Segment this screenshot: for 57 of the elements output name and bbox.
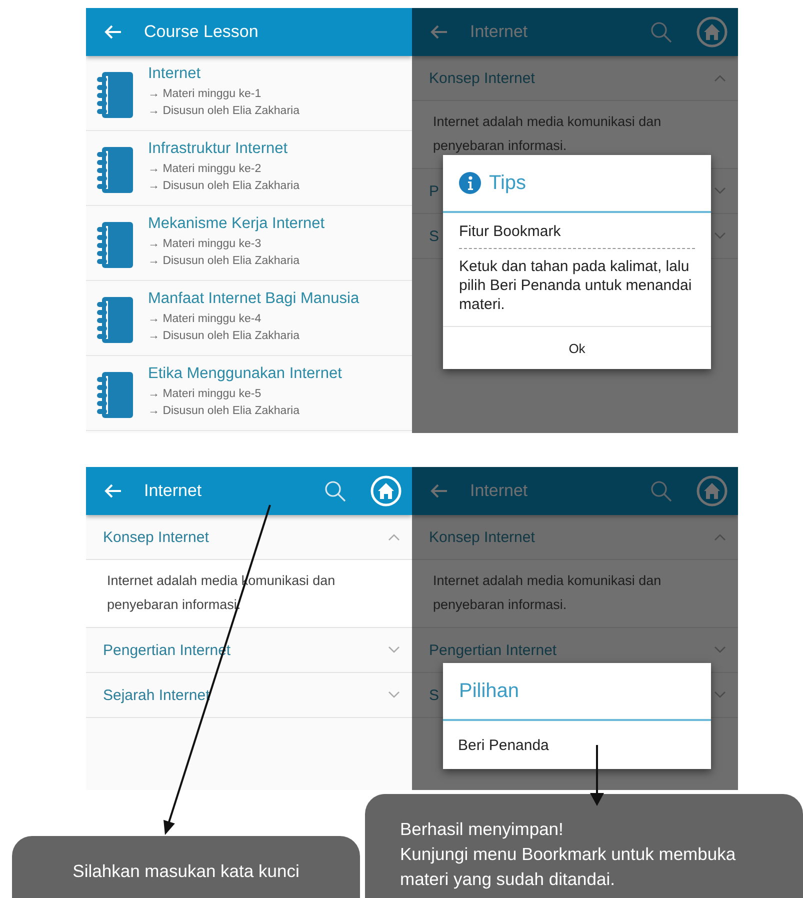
section-title: Pengertian Internet xyxy=(429,642,557,658)
tip-heading: Fitur Bookmark xyxy=(459,223,695,249)
lesson-info: → Materi minggu ke-1 xyxy=(148,87,262,102)
lesson-info: → Disusun oleh Elia Zakharia xyxy=(148,329,300,344)
toast-message: Silahkan masukan kata kunci xyxy=(72,860,300,882)
screen-title: Internet xyxy=(144,481,203,501)
section-title: Konsep Internet xyxy=(429,70,535,86)
section-title: S xyxy=(429,228,440,244)
lesson-item[interactable]: Infrastruktur Internet → Materi minggu ke-2 → Disusun oleh Elia Zakharia xyxy=(86,131,412,206)
back-arrow-icon[interactable] xyxy=(104,483,122,499)
screen-title: Internet xyxy=(470,22,529,42)
lesson-item[interactable]: Manfaat Internet Bagi Manusia → Materi minggu ke-4 → Disusun oleh Elia Zakharia xyxy=(86,281,412,356)
home-icon[interactable] xyxy=(370,475,402,507)
lesson-info: → Disusun oleh Elia Zakharia xyxy=(148,104,300,119)
section-title: S xyxy=(429,686,440,704)
search-icon[interactable] xyxy=(324,480,346,502)
lesson-info: → Materi minggu ke-5 xyxy=(148,387,262,402)
lesson-title: Mekanisme Kerja Internet xyxy=(148,215,325,233)
home-icon[interactable] xyxy=(696,475,728,507)
lesson-item[interactable]: Internet → Materi minggu ke-1 → Disusun oleh Elia Zakharia xyxy=(86,56,412,131)
screen-title: Course Lesson xyxy=(144,22,260,42)
lesson-info: → Disusun oleh Elia Zakharia xyxy=(148,254,300,269)
search-icon[interactable] xyxy=(650,21,672,43)
section-title: Konsep Internet xyxy=(103,528,209,546)
notebook-icon xyxy=(96,71,134,119)
dialog-title: Tips xyxy=(489,172,526,194)
lesson-info: → Materi minggu ke-2 xyxy=(148,162,262,177)
lesson-info: → Disusun oleh Elia Zakharia xyxy=(148,404,300,419)
screen-title: Internet xyxy=(470,481,529,501)
notebook-icon xyxy=(96,221,134,269)
notebook-icon xyxy=(96,296,134,344)
lesson-title: Etika Menggunakan Internet xyxy=(148,365,342,383)
info-icon xyxy=(459,172,481,194)
toast-message: Kunjungi menu Boorkmark untuk membuka materi yang sudah ditandai. xyxy=(400,842,737,891)
section-title: Konsep Internet xyxy=(429,528,535,546)
lesson-info: → Materi minggu ke-4 xyxy=(148,312,262,327)
ok-button[interactable]: Ok xyxy=(443,327,711,369)
lesson-item[interactable]: Mekanisme Kerja Internet → Materi minggu ke-3 → Disusun oleh Elia Zakharia xyxy=(86,206,412,281)
tip-message: Ketuk dan tahan pada kalimat, lalu pilih Beri Penanda untuk menandai materi. xyxy=(459,257,693,314)
dialog-title: Pilihan xyxy=(459,680,520,702)
lesson-item[interactable]: Etika Menggunakan Internet → Materi minggu ke-5 → Disusun oleh Elia Zakharia xyxy=(86,356,412,431)
pointer-arrow xyxy=(590,745,604,806)
notebook-icon xyxy=(96,146,134,194)
lesson-title: Internet xyxy=(148,65,202,83)
lesson-title: Manfaat Internet Bagi Manusia xyxy=(148,290,360,308)
lesson-info: → Materi minggu ke-3 xyxy=(148,237,262,252)
back-arrow-icon[interactable] xyxy=(430,483,448,499)
notebook-icon xyxy=(96,371,134,419)
section-title: P xyxy=(429,182,440,200)
home-icon[interactable] xyxy=(696,16,728,48)
lesson-info: → Disusun oleh Elia Zakharia xyxy=(148,179,300,194)
toast-message: Berhasil menyimpan! xyxy=(400,818,564,841)
back-arrow-icon[interactable] xyxy=(104,24,122,40)
back-arrow-icon[interactable] xyxy=(430,24,448,40)
option-item[interactable]: Beri Penanda xyxy=(443,721,711,769)
lesson-title: Infrastruktur Internet xyxy=(148,140,289,158)
search-icon[interactable] xyxy=(650,480,672,502)
